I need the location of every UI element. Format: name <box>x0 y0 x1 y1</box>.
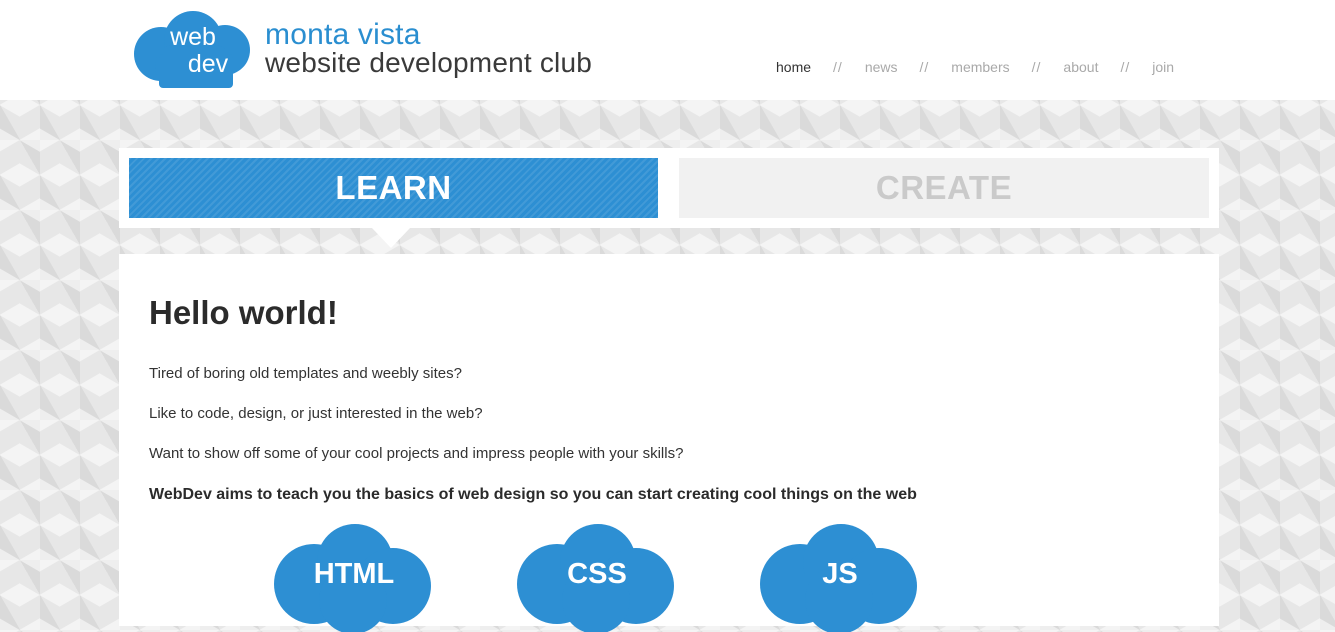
webdev-logo[interactable]: web dev <box>133 10 257 88</box>
tabs-container: LEARN CREATE <box>119 148 1219 228</box>
logo-text-dev: dev <box>188 50 229 78</box>
cloud-label-js: JS <box>822 558 858 590</box>
js-cloud-button[interactable]: JS <box>755 522 925 632</box>
intro-paragraph-1: Tired of boring old templates and weebly… <box>149 365 462 382</box>
cloud-label-html: HTML <box>313 558 395 590</box>
intro-paragraph-2: Like to code, design, or just interested… <box>149 405 483 422</box>
site-header: web dev monta vista website development … <box>0 0 1335 100</box>
tab-create[interactable]: CREATE <box>679 158 1209 218</box>
tagline: WebDev aims to teach you the basics of w… <box>149 486 917 503</box>
content-card: Hello world! Tired of boring old templat… <box>119 254 1219 632</box>
tab-learn[interactable]: LEARN <box>129 158 658 218</box>
intro-paragraph-3: Want to show off some of your cool proje… <box>149 445 684 462</box>
css-cloud-button[interactable]: CSS <box>512 522 682 632</box>
nav-about[interactable]: about <box>1063 59 1098 75</box>
page-heading: Hello world! <box>149 294 338 331</box>
html-cloud-button[interactable]: HTML <box>269 522 439 632</box>
cloud-label-css: CSS <box>567 558 627 590</box>
nav-news[interactable]: news <box>865 59 898 75</box>
nav-separator: // <box>919 59 930 75</box>
cloud-logo-icon: web dev <box>134 11 250 88</box>
logo-text-web: web <box>169 23 216 51</box>
nav-members[interactable]: members <box>951 59 1009 75</box>
main-nav: home // news // members // about // join <box>776 59 1174 75</box>
nav-home[interactable]: home <box>776 59 811 75</box>
nav-separator: // <box>1120 59 1131 75</box>
brand-subtitle: website development club <box>265 47 592 78</box>
nav-separator: // <box>1031 59 1042 75</box>
nav-separator: // <box>833 59 843 75</box>
active-tab-pointer <box>372 228 410 248</box>
nav-join[interactable]: join <box>1152 59 1174 75</box>
